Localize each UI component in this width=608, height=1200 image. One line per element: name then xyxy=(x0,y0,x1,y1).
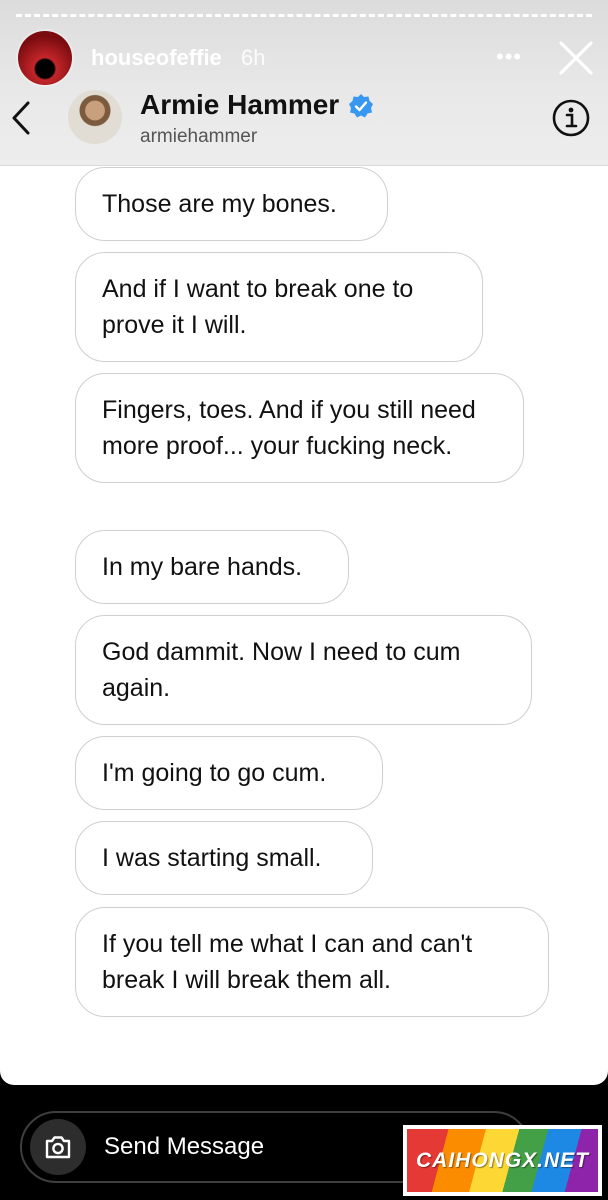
send-message-placeholder[interactable]: Send Message xyxy=(104,1133,264,1161)
message-bubble[interactable]: I was starting small. xyxy=(75,821,373,895)
info-icon[interactable] xyxy=(551,98,591,138)
contact-handle: armiehammer xyxy=(140,126,258,147)
story-card: houseofeffie 6h ••• Armie Hammer armieha… xyxy=(0,0,608,1085)
message-bubble[interactable]: Those are my bones. xyxy=(75,167,388,241)
watermark-logo: CAIHONGX.NET xyxy=(403,1125,602,1196)
message-bubble[interactable]: And if I want to break one to prove it I… xyxy=(75,252,483,362)
story-username[interactable]: houseofeffie xyxy=(91,45,222,71)
message-bubble[interactable]: In my bare hands. xyxy=(75,530,349,604)
message-bubble[interactable]: Fingers, toes. And if you still need mor… xyxy=(75,373,524,483)
contact-avatar[interactable] xyxy=(68,90,122,144)
story-avatar[interactable] xyxy=(18,31,72,85)
camera-icon xyxy=(45,1136,71,1159)
contact-name[interactable]: Armie Hammer xyxy=(140,89,339,121)
story-progress-bar xyxy=(16,14,592,17)
close-icon[interactable] xyxy=(558,40,594,76)
verified-badge-icon xyxy=(349,94,373,118)
message-bubble[interactable]: If you tell me what I can and can't brea… xyxy=(75,907,549,1017)
camera-button[interactable] xyxy=(30,1119,86,1175)
more-dots-icon[interactable]: ••• xyxy=(496,44,522,70)
chevron-left-icon[interactable] xyxy=(8,98,36,138)
watermark-text: CAIHONGX.NET xyxy=(415,1149,589,1172)
story-timestamp: 6h xyxy=(241,45,266,70)
chat-header: houseofeffie 6h ••• Armie Hammer armieha… xyxy=(0,0,608,166)
message-bubble[interactable]: God dammit. Now I need to cum again. xyxy=(75,615,532,725)
message-bubble[interactable]: I'm going to go cum. xyxy=(75,736,383,810)
